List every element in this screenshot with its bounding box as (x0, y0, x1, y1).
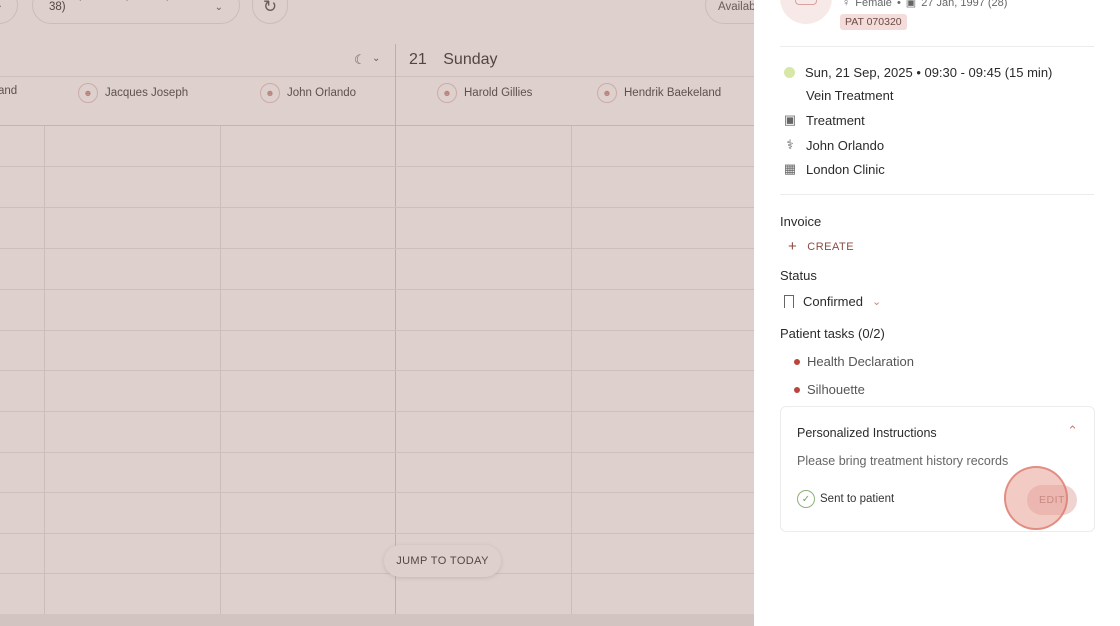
sent-label: Sent to patient (820, 493, 895, 505)
calendar-toolbar: › 15 Sep - 21 Sep 2025 (Week 38) ⌄ ↻ Ava… (0, 0, 754, 44)
practitioner-name: John Orlando (806, 137, 885, 153)
appointment-datetime: Sun, 21 Sep, 2025 • 09:30 - 09:45 (15 mi… (805, 65, 1053, 80)
task-item[interactable]: Silhouette (794, 382, 865, 397)
task-status-dot (794, 358, 800, 365)
time-slot-line (0, 573, 754, 574)
staff-header-row: and ☻ Jacques Joseph ☻ John Orlando ☻ Ha… (0, 76, 754, 126)
card-icon (795, 0, 817, 5)
divider (780, 194, 1094, 195)
time-slot-line (0, 166, 754, 167)
gift-icon: ▣ (905, 0, 917, 9)
invoice-label: Invoice (780, 214, 822, 229)
stethoscope-icon: ⚕ (786, 137, 794, 152)
appointment-detail-panel: ♀ Female • ▣ 27 Jan, 1997 (28) PAT 07032… (754, 0, 1120, 626)
staff-column-header[interactable]: ☻ Jacques Joseph (78, 83, 188, 103)
patient-gender: Female (855, 0, 892, 9)
task-status-dot (794, 386, 800, 393)
chevron-down-icon[interactable]: ⌄ (372, 53, 380, 64)
create-invoice-button[interactable]: + CREATE (788, 238, 854, 255)
practitioner-row: ⚕ John Orlando (780, 137, 884, 153)
instructions-title: Personalized Instructions (797, 426, 937, 440)
time-slot-line (0, 248, 754, 249)
building-icon: ▦ (783, 161, 797, 176)
staff-column-header[interactable]: ☻ John Orlando (260, 83, 356, 103)
patient-meta: ♀ Female • ▣ 27 Jan, 1997 (28) (842, 0, 1007, 9)
staff-column-header[interactable]: and (0, 85, 17, 97)
moon-icon[interactable]: ☾ (354, 52, 366, 68)
create-label: CREATE (807, 240, 855, 253)
calendar-scrollbar[interactable] (0, 614, 754, 626)
chevron-right-icon: › (0, 0, 1, 13)
staff-name: Hendrik Baekeland (624, 87, 722, 99)
bookmark-icon (784, 295, 794, 308)
staff-name: Harold Gillies (464, 87, 533, 99)
chevron-up-icon[interactable]: ⌃ (1067, 423, 1078, 439)
appointment-service: Vein Treatment (806, 88, 893, 103)
status-select[interactable]: Confirmed ⌄ (784, 294, 881, 309)
separator-dot: • (896, 0, 901, 9)
time-slot-line (0, 452, 754, 453)
time-slot-line (0, 370, 754, 371)
week-range-select[interactable]: 15 Sep - 21 Sep 2025 (Week 38) ⌄ (32, 0, 240, 24)
calendar-icon: ▣ (783, 112, 797, 127)
task-label: Health Declaration (807, 354, 914, 369)
day-name: Sunday (443, 51, 498, 68)
status-dot (784, 67, 795, 78)
time-slot-line (0, 289, 754, 290)
day-divider (395, 44, 396, 614)
user-icon: ☻ (597, 83, 617, 103)
refresh-button[interactable]: ↻ (252, 0, 288, 24)
availability-button[interactable]: Availab (705, 0, 754, 24)
user-icon: ☻ (260, 83, 280, 103)
time-slot-line (0, 492, 754, 493)
appointment-datetime-row: Sun, 21 Sep, 2025 • 09:30 - 09:45 (15 mi… (780, 65, 1052, 80)
staff-column-header[interactable]: ☻ Harold Gillies (437, 83, 532, 103)
gender-icon: ♀ (842, 0, 851, 9)
refresh-icon: ↻ (262, 0, 278, 16)
time-slot-line (0, 330, 754, 331)
appointment-type: Treatment (806, 112, 865, 128)
chevron-down-icon: ⌄ (214, 2, 223, 13)
status-label: Status (780, 268, 817, 283)
calendar-view: › 15 Sep - 21 Sep 2025 (Week 38) ⌄ ↻ Ava… (0, 0, 754, 626)
divider (780, 46, 1094, 47)
user-icon: ☻ (78, 83, 98, 103)
staff-name: Jacques Joseph (105, 87, 189, 99)
staff-name: and (0, 85, 18, 97)
day-header: 21 Sunday (409, 51, 498, 69)
staff-name: John Orlando (287, 87, 357, 99)
jump-to-today-button[interactable]: JUMP TO TODAY (384, 545, 501, 577)
staff-column-header[interactable]: ☻ Hendrik Baekeland (597, 83, 721, 103)
week-range-label: 15 Sep - 21 Sep 2025 (Week 38) (49, 0, 197, 13)
location-row: ▦ London Clinic (780, 161, 885, 177)
instructions-text: Please bring treatment history records (797, 454, 1009, 468)
chevron-down-icon: ⌄ (871, 296, 882, 308)
availability-label: Availab (718, 1, 754, 13)
edit-instructions-button[interactable]: EDIT (1027, 485, 1077, 515)
time-slot-line (0, 411, 754, 412)
patient-id-badge: PAT 070320 (840, 14, 907, 30)
patient-avatar (780, 0, 832, 24)
user-icon: ☻ (437, 83, 457, 103)
sent-status: ✓ Sent to patient (797, 490, 894, 508)
check-circle-icon: ✓ (797, 490, 815, 508)
time-slot-line (0, 533, 754, 534)
service-name: Vein Treatment (806, 88, 894, 103)
location-name: London Clinic (806, 161, 885, 177)
status-value: Confirmed (803, 294, 863, 309)
task-item[interactable]: Health Declaration (794, 354, 914, 369)
patient-dob: 27 Jan, 1997 (28) (921, 0, 1008, 9)
day-number: 21 (409, 51, 427, 68)
task-label: Silhouette (807, 382, 865, 397)
appointment-type-row: ▣ Treatment (780, 112, 865, 128)
patient-tasks-label: Patient tasks (0/2) (780, 326, 885, 341)
plus-icon: + (788, 238, 798, 255)
next-week-button[interactable]: › (0, 0, 18, 24)
personalized-instructions-card: Personalized Instructions ⌃ Please bring… (780, 406, 1095, 532)
time-slot-line (0, 207, 754, 208)
